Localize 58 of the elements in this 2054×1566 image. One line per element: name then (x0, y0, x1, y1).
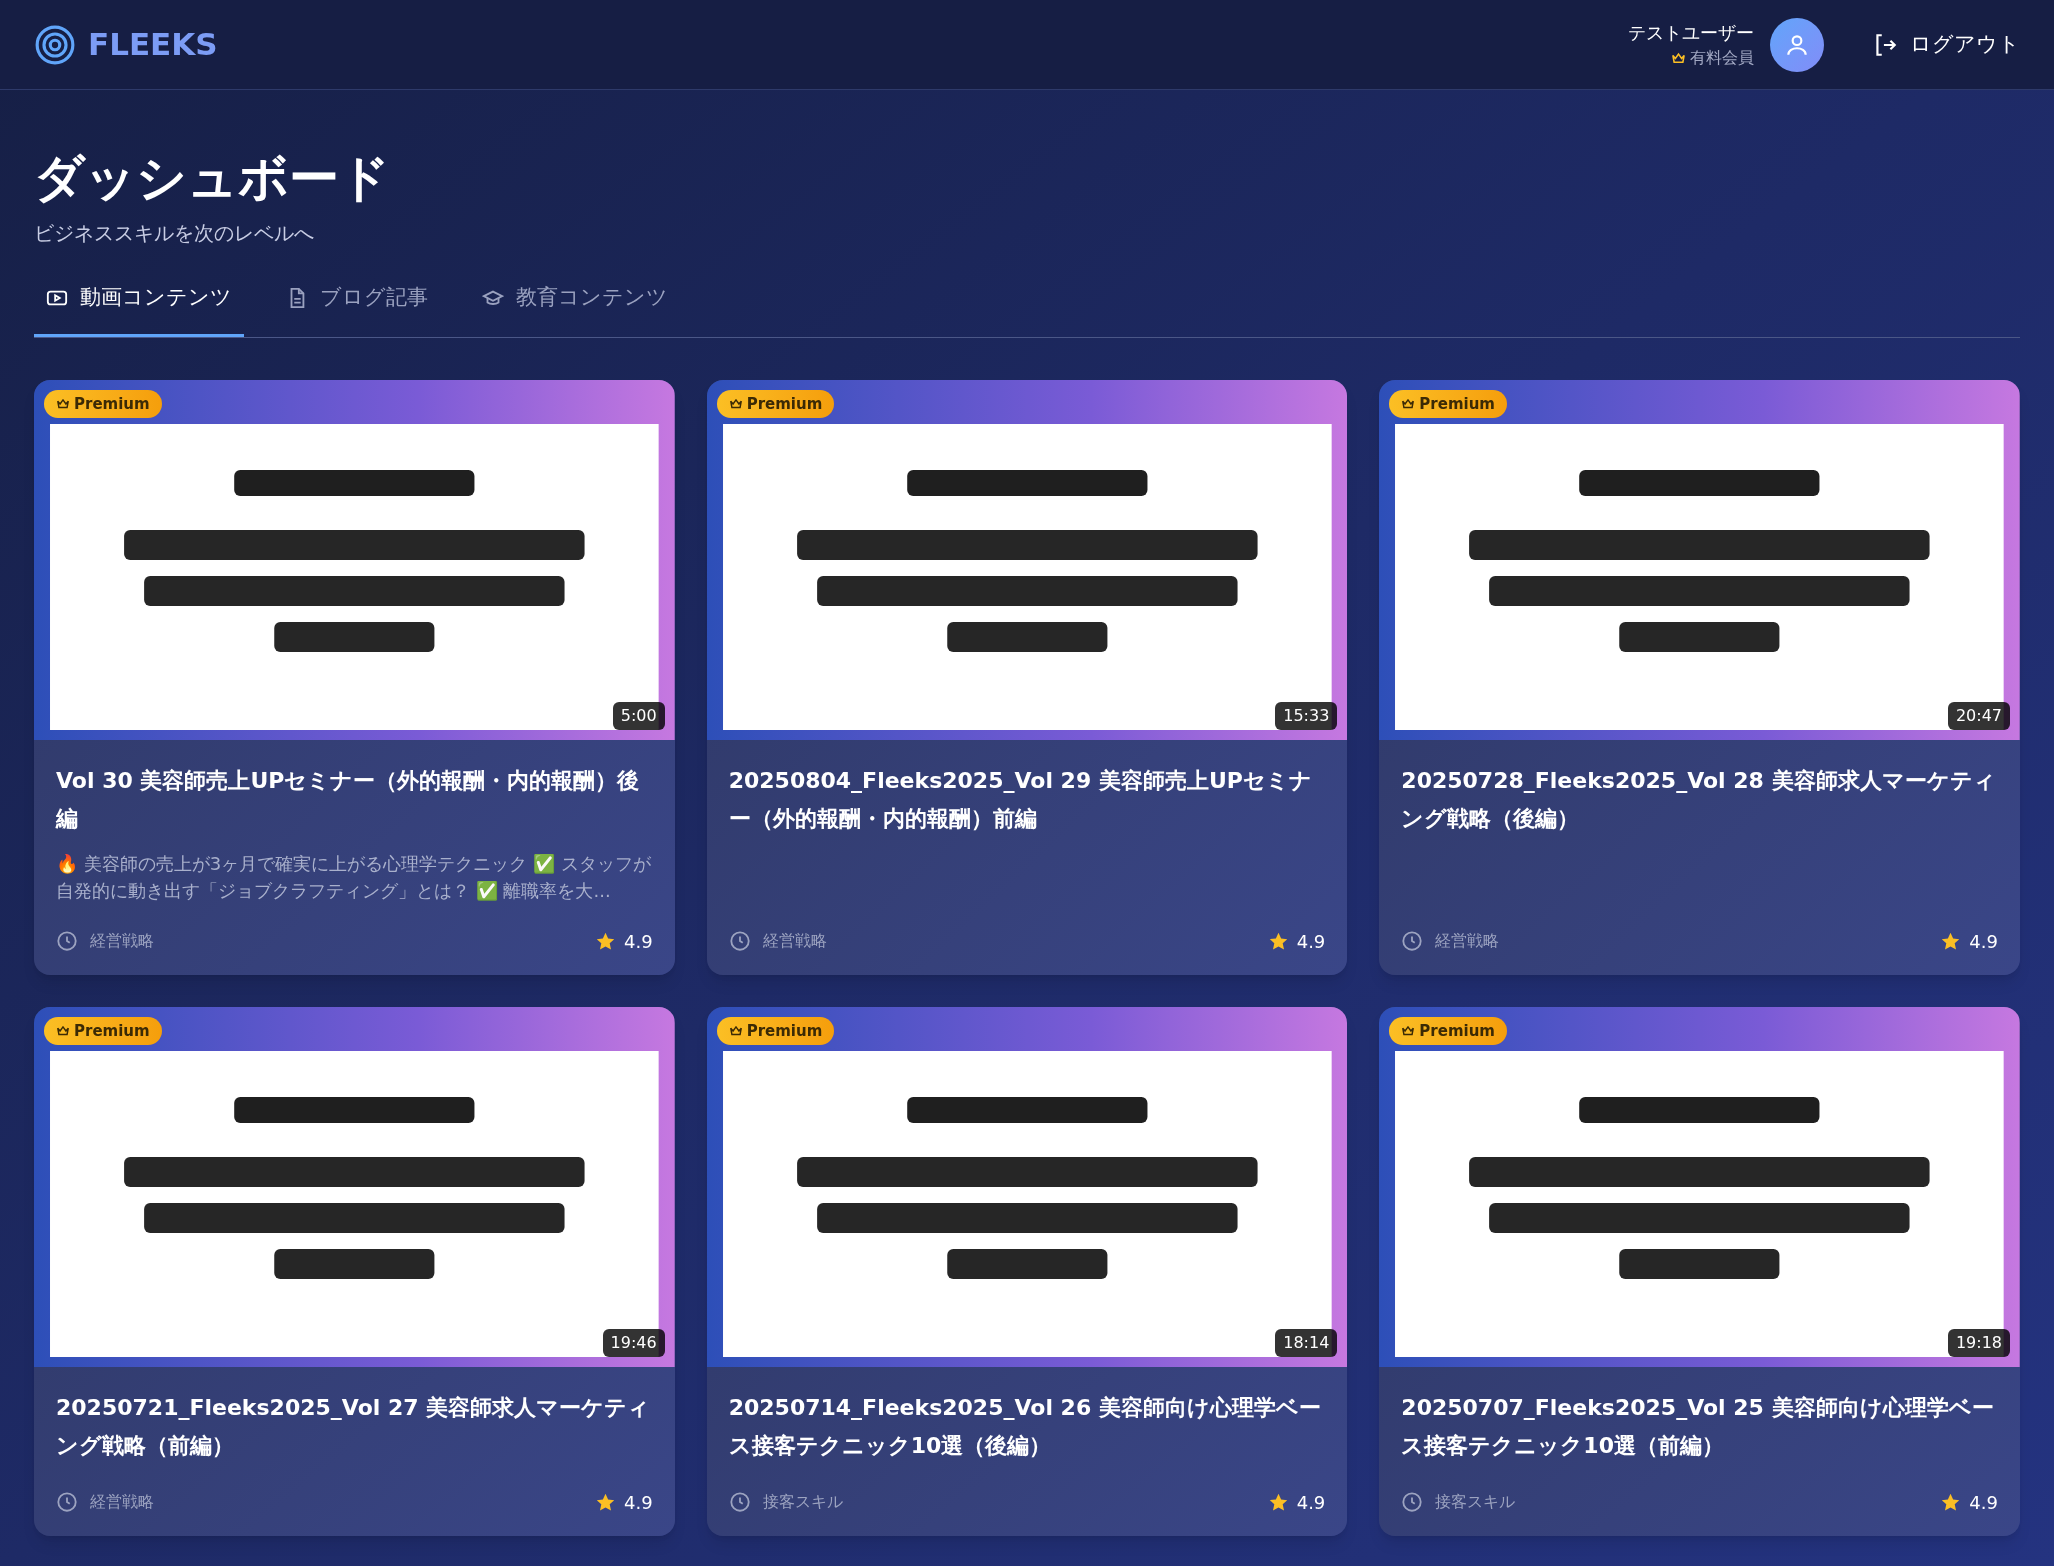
category-label: 経営戦略 (90, 1491, 154, 1513)
clock-icon (728, 1491, 751, 1513)
user-name: テストユーザー (1628, 21, 1754, 45)
content-tab[interactable]: ブログ記事 (274, 282, 440, 337)
crown-icon (728, 396, 743, 411)
clock-icon (56, 930, 78, 952)
page-subtitle: ビジネススキルを次のレベルへ (34, 220, 315, 247)
star-icon (595, 930, 616, 952)
clock-icon (728, 930, 751, 952)
rating-value: 4.9 (1296, 929, 1326, 954)
rating-value: 4.9 (1969, 1490, 1998, 1515)
video-card[interactable]: Premium 18:14 20250714_Fleeks2025_Vol 26 美容師向け心理学ベース接客テクニック10選（後編） 接客スキル 4.9 (706, 1006, 1348, 1536)
video-title[interactable]: Vol 30 美容師売上UPセミナー（外的報酬・内的報酬）後編 (56, 761, 653, 838)
category-label: 経営戦略 (90, 930, 154, 952)
user-avatar[interactable] (1770, 17, 1824, 72)
star-icon (1267, 1491, 1289, 1513)
crown-icon (56, 396, 70, 411)
star-icon (1940, 1491, 1962, 1513)
video-card[interactable]: Premium 19:46 20250721_Fleeks2025_Vol 27 美容師求人マーケティング戦略（前編） 経営戦略 4.9 (34, 1006, 675, 1536)
video-title[interactable]: 20250707_Fleeks2025_Vol 25 美容師向け心理学ベース接客テクニック10選（前編） (1401, 1388, 1998, 1465)
category-label: 接客スキル (1435, 1491, 1516, 1513)
clock-icon (1401, 1491, 1424, 1513)
content-tab[interactable]: 動画コンテンツ (34, 282, 244, 337)
star-icon (1267, 930, 1289, 952)
rating-value: 4.9 (624, 929, 653, 954)
crown-icon (1401, 1023, 1416, 1038)
star-icon (1940, 930, 1962, 952)
video-card[interactable]: Premium 5:00 Vol 30 美容師売上UPセミナー（外的報酬・内的報酬）後編 🔥 美容師の売上が3ヶ月で確実に上がる心理学テクニック ✅ スタッフが自発的に動き出す「ジョブクラフティング」とは？ ✅ 離職率を大... 経営戦略 4.9 (34, 379, 675, 975)
video-title[interactable]: 20250804_Fleeks2025_Vol 29 美容師売上UPセミナー（外的報酬・内的報酬）前編 (728, 761, 1326, 838)
rating-value: 4.9 (1969, 929, 1998, 954)
crown-icon (1401, 396, 1416, 411)
crown-icon (728, 1023, 743, 1038)
video-card[interactable]: Premium 20:47 20250728_Fleeks2025_Vol 28 美容師求人マーケティング戦略（後編） 経営戦略 4.9 (1379, 379, 2020, 975)
crown-icon (1671, 50, 1686, 66)
duration-label: 18:14 (1275, 1328, 1338, 1357)
video-card[interactable]: Premium 15:33 20250804_Fleeks2025_Vol 29 美容師売上UPセミナー（外的報酬・内的報酬）前編 経営戦略 4.9 (706, 379, 1348, 975)
clock-icon (1401, 930, 1424, 952)
page-title: ダッシュボード (34, 148, 391, 208)
duration-label: 19:46 (602, 1328, 665, 1357)
logo-icon (34, 23, 76, 66)
video-title[interactable]: 20250728_Fleeks2025_Vol 28 美容師求人マーケティング戦略（後編） (1401, 761, 1998, 838)
rating-value: 4.9 (624, 1490, 653, 1515)
video-description: 🔥 美容師の売上が3ヶ月で確実に上がる心理学テクニック ✅ スタッフが自発的に動き出す「ジョブクラフティング」とは？ ✅ 離職率を大... (56, 851, 652, 903)
category-label: 接客スキル (762, 1491, 843, 1513)
category-label: 経営戦略 (1435, 930, 1500, 952)
duration-label: 15:33 (1275, 701, 1338, 730)
video-card[interactable]: Premium 19:18 20250707_Fleeks2025_Vol 25 美容師向け心理学ベース接客テクニック10選（前編） 接客スキル 4.9 (1379, 1006, 2020, 1536)
rating-value: 4.9 (1296, 1490, 1326, 1515)
content-tab[interactable]: 教育コンテンツ (470, 282, 680, 337)
category-label: 経営戦略 (762, 930, 827, 952)
brand-name[interactable]: FLEEKS (88, 21, 218, 68)
video-title[interactable]: 20250714_Fleeks2025_Vol 26 美容師向け心理学ベース接客テクニック10選（後編） (728, 1388, 1326, 1465)
logout-button[interactable]: ログアウト (1872, 28, 2020, 61)
video-title[interactable]: 20250721_Fleeks2025_Vol 27 美容師求人マーケティング戦略（前編） (56, 1388, 653, 1465)
star-icon (595, 1491, 616, 1513)
clock-icon (56, 1491, 78, 1513)
membership-label: 有料会員 (1690, 47, 1754, 69)
crown-icon (56, 1023, 70, 1038)
